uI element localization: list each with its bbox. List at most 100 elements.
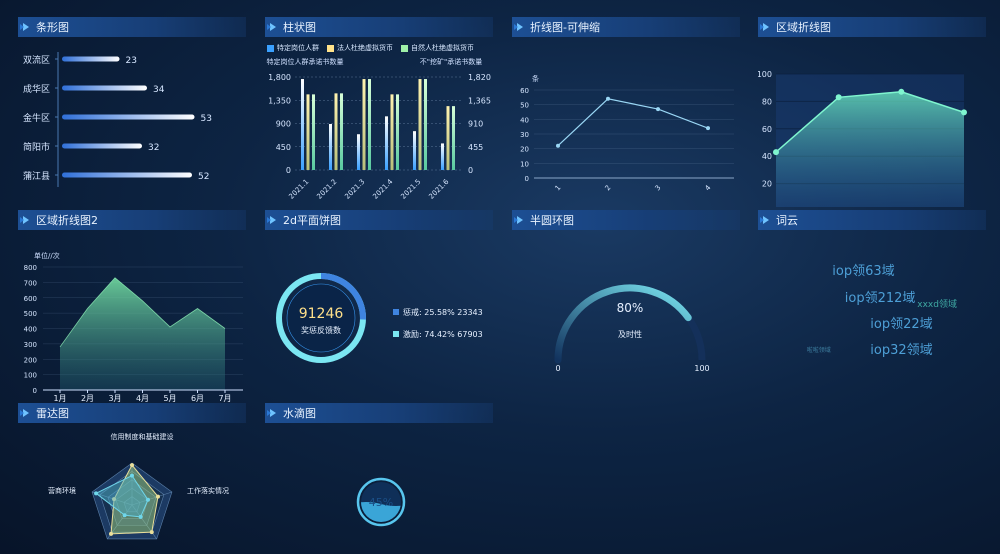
legend-label: 自然人杜绝虚拟货币	[411, 44, 474, 52]
panel-title-wordcloud: 词云	[758, 210, 986, 230]
gauge-value-arc	[554, 284, 692, 364]
column-bar	[306, 94, 310, 170]
y-tick-label-right: 455	[468, 143, 483, 152]
arrow-icon	[18, 403, 34, 423]
y-tick-label: 20	[520, 146, 529, 154]
y-tick-label: 300	[24, 341, 37, 349]
column-legend: 特定岗位人群 法人杜绝虚拟货币 自然人杜绝虚拟货币	[267, 43, 474, 53]
column-bar	[452, 106, 455, 170]
radar-point	[155, 494, 160, 499]
panel-title-area-line-2: 区域折线图2	[18, 210, 246, 230]
radar-indicator-left: 营商环境	[48, 486, 76, 495]
panel-radar: 雷达图 信用制度和基础建设 工作落实情况 营商环境	[18, 403, 248, 553]
panel-title-line-zoom: 折线图-可伸缩	[512, 17, 740, 37]
y-tick-label: 450	[276, 143, 291, 152]
gauge-min: 0	[555, 364, 560, 373]
value-label: 32	[148, 143, 159, 153]
data-point	[835, 94, 842, 101]
radar-point	[94, 491, 99, 496]
y-tick-label: 900	[276, 120, 291, 129]
y-tick-label: 400	[24, 326, 37, 334]
legend-item[interactable]: 法人杜绝虚拟货币	[327, 43, 393, 53]
column-bar	[301, 79, 304, 170]
y-tick-label: 80	[762, 97, 772, 106]
center-value: 91246	[299, 306, 344, 322]
legend-item[interactable]: 特定岗位人群	[267, 43, 319, 53]
bar-chart: 双流区 23 成华区 34 金牛区 53 简阳市 32 蒲江县 52	[23, 52, 212, 187]
y-axis-title: 单位//次	[34, 251, 60, 260]
panel-title-bar: 条形图	[18, 17, 246, 37]
arrow-icon	[18, 210, 34, 230]
line-zoom-chart: 条 0 10 20 30 40 50 60 1 2 3 4	[520, 74, 734, 192]
word: iop32领域	[870, 343, 932, 358]
radar-indicator-right: 工作落实情况	[187, 486, 229, 495]
arrow-icon	[265, 17, 281, 37]
category-label: 简阳市	[23, 141, 50, 153]
data-point	[961, 109, 967, 116]
x-tick-label: 5月	[163, 394, 176, 403]
legend-item[interactable]: 自然人杜绝虚拟货币	[401, 43, 474, 53]
arrow-icon	[758, 210, 774, 230]
y-tick-label: 0	[525, 175, 529, 183]
column-bar	[340, 93, 343, 170]
column-bar	[385, 116, 388, 170]
arrow-icon	[265, 210, 281, 230]
column-bar	[446, 106, 450, 170]
radar-point	[138, 514, 143, 519]
value-label: 53	[201, 114, 212, 124]
panel-wordcloud: 词云 iop领63域 iop领212域 xxxd领域 iop领22域 啦啦领域 iop32…	[758, 210, 988, 385]
radar-point	[145, 497, 150, 502]
data-point	[606, 96, 610, 101]
x-tick-label: 7月	[218, 394, 231, 403]
x-tick-label: 1月	[53, 394, 66, 403]
legend-label: 激励: 74.42% 67903	[403, 329, 483, 339]
pie-2d-chart: 91246 奖惩反馈数 惩戒: 25.58% 23343 激励: 74.42% 679…	[276, 273, 483, 363]
radar-point	[149, 530, 154, 535]
x-tick-label: 3月	[108, 394, 121, 403]
column-bar	[396, 94, 399, 170]
y-tick-label: 40	[762, 152, 772, 161]
y-tick-label: 50	[520, 102, 529, 110]
radar-point	[109, 531, 114, 536]
y-axis-title: 条	[532, 74, 539, 83]
column-bar	[441, 143, 444, 170]
x-tick-label: 2021.4	[371, 177, 394, 200]
panel-title-area-line: 区域折线图	[758, 17, 986, 37]
panel-column-chart: 柱状图 特定岗位人群 法人杜绝虚拟货币 自然人杜绝虚拟货币 特定岗位人群承诺书数…	[265, 17, 495, 201]
wordcloud-chart: iop领63域 iop领212域 xxxd领域 iop领22域啦啦领域 iop32领域	[807, 264, 957, 358]
category-label: 蒲江县	[23, 170, 50, 182]
panel-title-liquid: 水滴图	[265, 403, 493, 423]
column-bar	[329, 124, 332, 170]
data-point	[706, 126, 710, 131]
gauge-label: 及时性	[618, 329, 642, 339]
series-line	[557, 98, 709, 147]
y-tick-label: 20	[762, 180, 772, 189]
column-bar	[334, 93, 338, 170]
column-bar	[424, 79, 427, 170]
word: iop领212域	[845, 291, 916, 306]
column-bar	[413, 131, 416, 170]
x-tick-label: 4	[703, 183, 712, 192]
column-bar	[390, 94, 394, 170]
y-axis-title-right: 不"挖矿"承诺书数量	[420, 57, 482, 66]
panel-liquid: 水滴图 45%	[265, 403, 495, 553]
arrow-icon	[512, 210, 528, 230]
word: 啦啦领域	[807, 346, 831, 354]
value-label: 52	[198, 172, 209, 182]
y-tick-label: 200	[24, 356, 37, 364]
legend-swatch	[393, 309, 399, 315]
y-axis-title: 特定岗位人群承诺书数量	[267, 57, 344, 66]
column-chart: 特定岗位人群承诺书数量 不"挖矿"承诺书数量 0 0 450 455 900 910 1,350…	[267, 57, 491, 201]
area-line-chart: 020406080100锦江区武侯区成华区青羊区	[758, 70, 967, 207]
gauge-value: 80%	[617, 301, 644, 315]
value-label: 34	[153, 85, 165, 95]
liquid-chart: 45%	[356, 477, 406, 527]
x-tick-label: 2021.5	[399, 178, 422, 201]
x-tick-label: 6月	[191, 394, 204, 403]
panel-title-half-ring: 半圆环图	[512, 210, 740, 230]
data-point	[556, 143, 560, 148]
data-point	[898, 88, 905, 95]
legend-swatch	[393, 331, 399, 337]
arrow-icon	[758, 17, 774, 37]
arrow-icon	[18, 17, 34, 37]
